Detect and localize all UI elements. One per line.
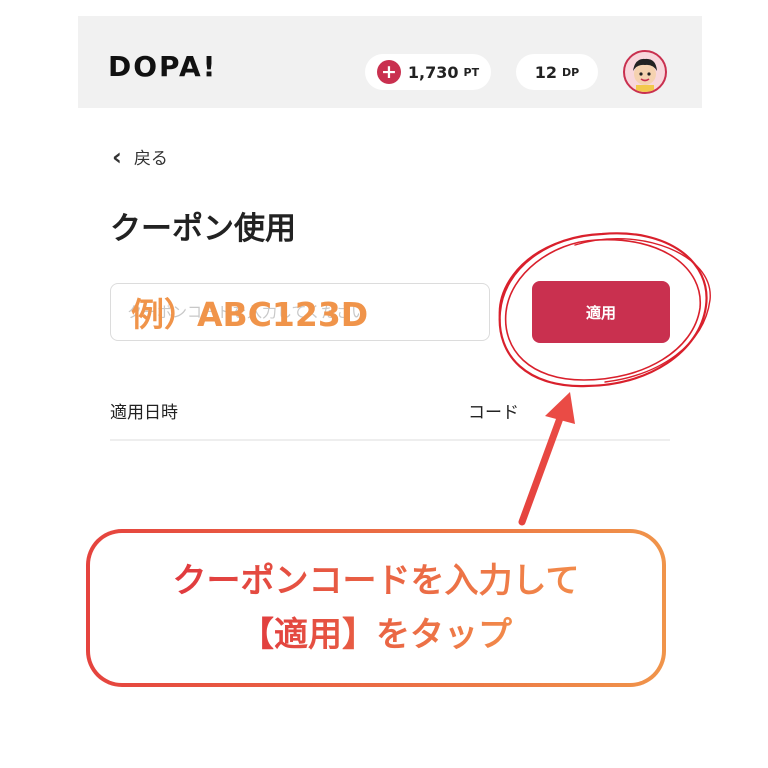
apply-button[interactable]: 適用 bbox=[532, 281, 670, 343]
avatar-face-icon bbox=[633, 58, 657, 92]
app-header: DOPA! + 1,730 PT 12 DP bbox=[78, 16, 702, 108]
plus-icon: + bbox=[376, 60, 401, 84]
chevron-left-icon: ‹ bbox=[112, 142, 122, 171]
dp-badge[interactable]: 12 DP bbox=[516, 54, 598, 90]
coupon-code-input[interactable] bbox=[110, 283, 490, 341]
column-header-applied-date: 適用日時 bbox=[110, 403, 178, 423]
dp-value: 12 bbox=[534, 62, 558, 82]
dopa-logo[interactable]: DOPA! bbox=[108, 46, 217, 86]
logo-text: DOPA! bbox=[108, 49, 218, 83]
callout-line-1: クーポンコードを入力して bbox=[173, 554, 580, 608]
points-unit: PT bbox=[463, 65, 480, 79]
back-link[interactable]: ‹ 戻る bbox=[112, 142, 168, 171]
column-header-code: コード bbox=[468, 403, 519, 423]
points-badge[interactable]: + 1,730 PT bbox=[365, 54, 491, 90]
arrow-icon bbox=[518, 392, 575, 526]
page-title: クーポン使用 bbox=[110, 211, 296, 247]
callout-line-2: 【適用】をタップ bbox=[240, 608, 512, 662]
table-divider bbox=[110, 439, 670, 441]
dp-unit: DP bbox=[562, 65, 580, 79]
back-label: 戻る bbox=[133, 149, 168, 169]
instruction-callout: クーポンコードを入力して 【適用】をタップ bbox=[86, 529, 666, 687]
user-avatar[interactable] bbox=[623, 50, 667, 94]
points-value: 1,730 bbox=[407, 62, 459, 82]
